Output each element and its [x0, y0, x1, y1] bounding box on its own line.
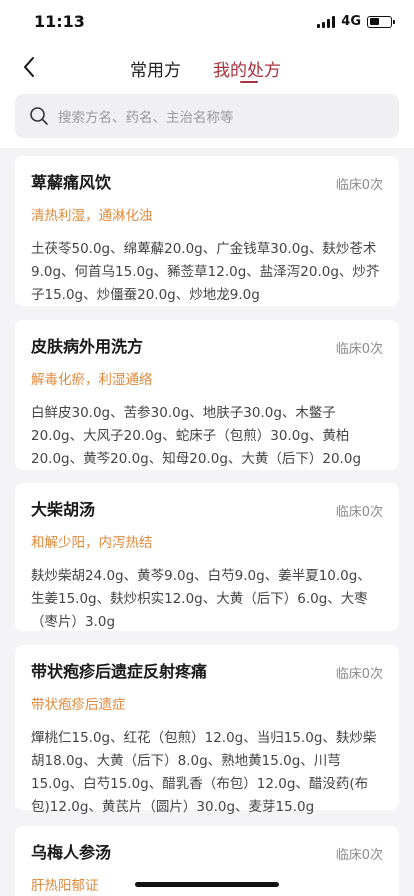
- prescription-name: 带状疱疹后遗症反射疼痛: [31, 662, 208, 681]
- prescription-herbs: 麸炒柴胡24.0g、黄芩9.0g、白芍9.0g、姜半夏10.0g、生姜15.0g…: [31, 568, 371, 630]
- usage-count: 临床0次: [335, 667, 383, 682]
- battery-icon: [367, 15, 395, 28]
- tab-my-prescriptions[interactable]: 我的处方: [213, 56, 281, 81]
- prescription-effect: 解毒化瘀，利湿通络: [31, 372, 153, 388]
- status-bar: 11:13 4G: [0, 0, 414, 44]
- active-tab-indicator: [240, 81, 258, 83]
- usage-count: 临床0次: [335, 178, 383, 193]
- prescription-herbs: 土茯苓50.0g、绵萆薢20.0g、广金钱草30.0g、麸炒苍术9.0g、何首乌…: [31, 241, 380, 303]
- prescription-card[interactable]: 大柴胡汤 临床0次 和解少阳，内泻热结 麸炒柴胡24.0g、黄芩9.0g、白芍9…: [15, 483, 399, 631]
- prescription-card[interactable]: 萆薢痛风饮 临床0次 清热利湿，通淋化浊 土茯苓50.0g、绵萆薢20.0g、广…: [15, 156, 399, 306]
- usage-count: 临床0次: [335, 848, 383, 863]
- prescription-name: 萆薢痛风饮: [31, 173, 112, 192]
- back-button[interactable]: [16, 54, 42, 80]
- prescription-effect: 和解少阳，内泻热结: [31, 535, 153, 551]
- prescription-card[interactable]: 皮肤病外用洗方 临床0次 解毒化瘀，利湿通络 白鲜皮30.0g、苦参30.0g、…: [15, 320, 399, 470]
- prescription-effect: 清热利湿，通淋化浊: [31, 208, 153, 224]
- search-input[interactable]: 搜索方名、药名、主治名称等: [15, 94, 399, 138]
- prescription-herbs: 白鲜皮30.0g、苦参30.0g、地肤子30.0g、木鳖子20.0g、大风子20…: [31, 405, 362, 467]
- chevron-left-icon: [24, 57, 34, 77]
- network-label: 4G: [341, 14, 361, 29]
- prescription-name: 大柴胡汤: [31, 500, 96, 519]
- status-indicators: 4G: [317, 14, 395, 29]
- home-indicator: [135, 882, 279, 887]
- status-time: 11:13: [34, 12, 85, 31]
- usage-count: 临床0次: [335, 505, 383, 520]
- tab-common-prescriptions[interactable]: 常用方: [130, 56, 181, 81]
- usage-count: 临床0次: [335, 342, 383, 357]
- prescription-name: 乌梅人参汤: [31, 843, 112, 862]
- prescription-card[interactable]: 带状疱疹后遗症反射疼痛 临床0次 带状疱疹后遗症 燀桃仁15.0g、红花（包煎）…: [15, 645, 399, 815]
- prescription-name: 皮肤病外用洗方: [31, 337, 144, 356]
- signal-icon: [317, 15, 336, 28]
- search-placeholder: 搜索方名、药名、主治名称等: [58, 110, 234, 126]
- nav-bar: 常用方 我的处方: [0, 44, 414, 90]
- prescription-effect: 带状疱疹后遗症: [31, 697, 126, 713]
- prescription-herbs: 燀桃仁15.0g、红花（包煎）12.0g、当归15.0g、麸炒柴胡18.0g、大…: [31, 730, 377, 815]
- search-icon: [29, 106, 49, 126]
